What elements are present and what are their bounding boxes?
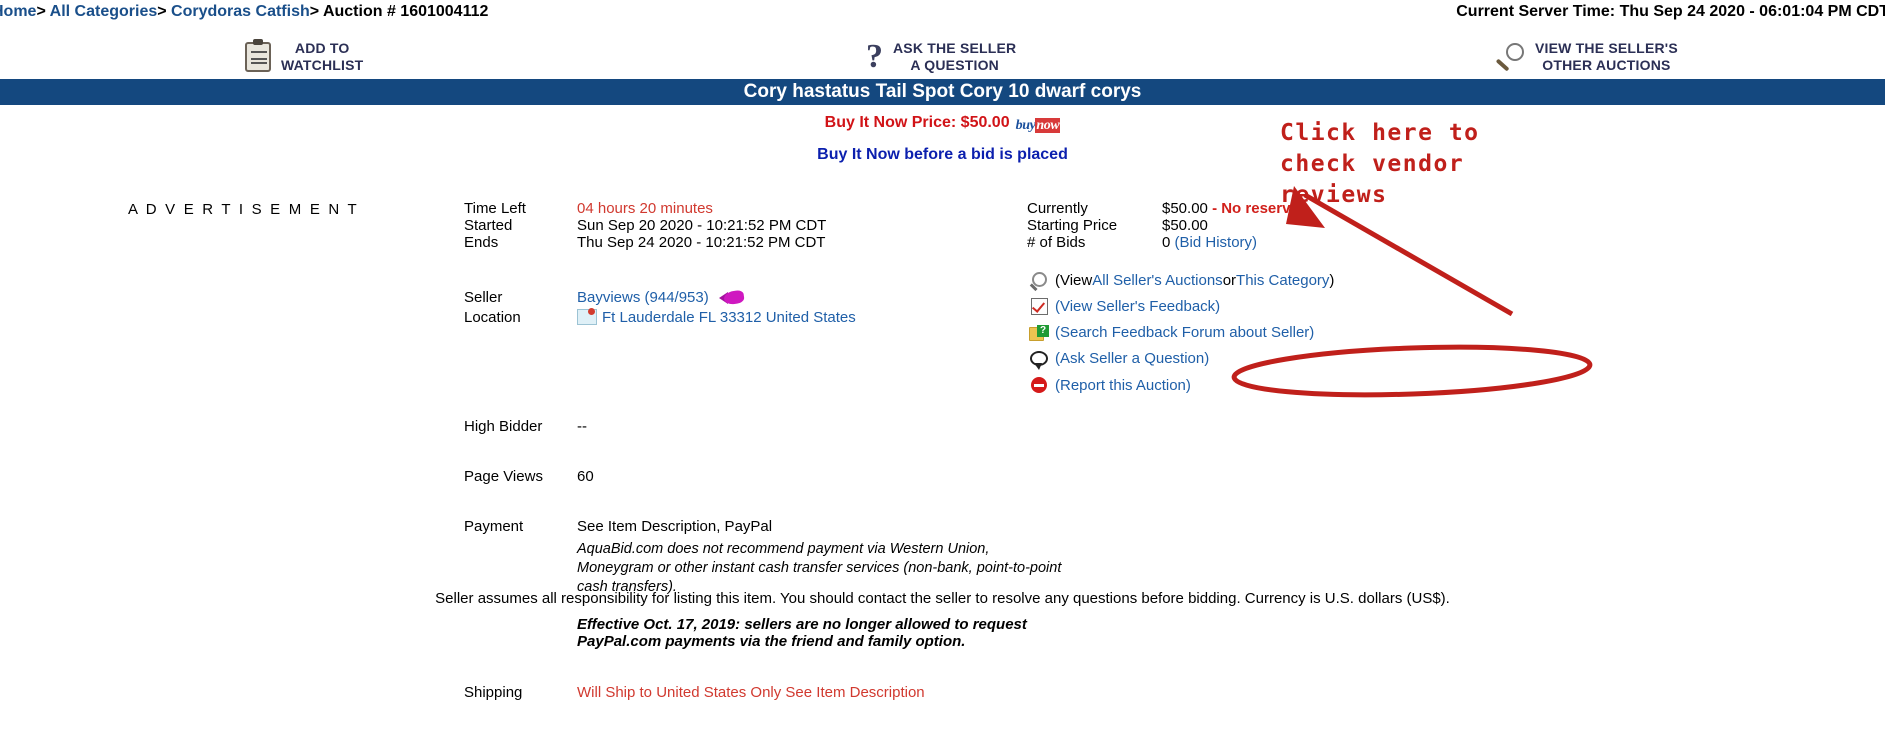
add-to-watchlist-button[interactable]: ADD TO WATCHLIST [245, 40, 363, 74]
question-mark-icon: ? [866, 38, 883, 75]
other-line1: VIEW THE SELLER'S [1535, 40, 1678, 56]
breadcrumb-item-home[interactable]: Home [0, 3, 36, 20]
bid-history-link[interactable]: (Bid History) [1175, 234, 1258, 251]
location-value-link[interactable]: Ft Lauderdale FL 33312 United States [602, 309, 856, 326]
seller-link-report-auction[interactable]: (Report this Auction) [1027, 374, 1727, 396]
auction-title: Cory hastatus Tail Spot Cory 10 dwarf co… [0, 79, 1885, 105]
detail-row-ends: Ends Thu Sep 24 2020 - 10:21:52 PM CDT [464, 234, 1064, 251]
magnifier-icon [1495, 42, 1525, 72]
shipping-value: Will Ship to United States Only See Item… [577, 684, 925, 701]
view-sellers-feedback-link[interactable]: (View Seller's Feedback) [1055, 298, 1220, 315]
payment-label: Payment [464, 518, 524, 535]
buynow-logo-now: now [1035, 118, 1061, 133]
time-left-value: 04 hours 20 minutes [577, 200, 713, 217]
time-left-label: Time Left [464, 200, 526, 217]
all-sellers-auctions-link[interactable]: All Seller's Auctions [1092, 272, 1222, 289]
starting-price-label: Starting Price [1027, 217, 1118, 234]
speech-balloon-icon [1027, 350, 1051, 370]
ask-seller-question-link[interactable]: (Ask Seller a Question) [1055, 350, 1209, 367]
server-time: Current Server Time: Thu Sep 24 2020 - 0… [1456, 3, 1885, 20]
detail-row-time-left: Time Left 04 hours 20 minutes [464, 200, 1064, 217]
fish-icon [718, 289, 747, 306]
report-this-auction-link[interactable]: (Report this Auction) [1055, 377, 1191, 394]
high-bidder-label: High Bidder [464, 418, 543, 435]
payment-warning-note: AquaBid.com does not recommend payment v… [577, 541, 1062, 595]
search-feedback-forum-link[interactable]: (Search Feedback Forum about Seller) [1055, 324, 1314, 341]
ends-label: Ends [464, 234, 499, 251]
started-label: Started [464, 217, 513, 234]
ask-the-seller-button[interactable]: ? ASK THE SELLER A QUESTION [866, 40, 1016, 74]
seller-link-search-forum[interactable]: ? (Search Feedback Forum about Seller) [1027, 321, 1727, 343]
seller-links-list: (View All Seller's Auctions or This Cate… [1027, 269, 1727, 396]
seller-link-view-feedback[interactable]: (View Seller's Feedback) [1027, 295, 1727, 317]
buynow-logo-icon: buynow [1016, 118, 1061, 134]
add-to-watchlist-label: ADD TO WATCHLIST [281, 40, 363, 74]
breadcrumb-bar: Home> All Categories> Corydoras Catfish>… [0, 3, 1885, 27]
footer-disclaimer: Seller assumes all responsibility for li… [435, 590, 1450, 607]
detail-row-shipping: Shipping Will Ship to United States Only… [464, 684, 1064, 701]
started-value: Sun Sep 20 2020 - 10:21:52 PM CDT [577, 217, 827, 234]
bidding-row-starting-price: Starting Price $50.00 [1027, 217, 1667, 234]
ask-line2: A QUESTION [910, 57, 999, 73]
currently-value: $50.00 [1162, 200, 1208, 217]
view-auctions-suffix: ) [1329, 271, 1335, 289]
breadcrumb-separator: > [309, 3, 320, 20]
buy-it-now-price: Buy It Now Price: $50.00 [824, 114, 1010, 131]
detail-row-high-bidder: High Bidder -- [464, 418, 1064, 435]
bidding-row-number-of-bids: # of Bids 0 (Bid History) [1027, 234, 1667, 251]
bids-label: # of Bids [1027, 234, 1086, 251]
advertisement-label: A D V E R T I S E M E N T [128, 201, 359, 218]
other-line2: OTHER AUCTIONS [1542, 57, 1671, 73]
action-toolbar: ADD TO WATCHLIST ? ASK THE SELLER A QUES… [0, 38, 1885, 80]
ends-value: Thu Sep 24 2020 - 10:21:52 PM CDT [577, 234, 826, 251]
buy-it-now-subtext: Buy It Now before a bid is placed [817, 146, 1068, 163]
breadcrumb-current-auction: Auction # 1601004112 [322, 3, 489, 20]
watchlist-line1: ADD TO [294, 40, 350, 56]
report-ban-icon [1027, 377, 1051, 393]
high-bidder-value: -- [577, 418, 587, 435]
shipping-label: Shipping [464, 684, 523, 701]
watchlist-line2: WATCHLIST [281, 57, 364, 73]
search-forum-icon: ? [1027, 324, 1051, 341]
detail-row-started: Started Sun Sep 20 2020 - 10:21:52 PM CD… [464, 217, 1064, 234]
view-auctions-mid: or [1222, 271, 1237, 289]
detail-row-page-views: Page Views 60 [464, 468, 1064, 485]
breadcrumb-separator: > [157, 3, 167, 20]
breadcrumb: Home> All Categories> Corydoras Catfish>… [0, 3, 488, 21]
currently-label: Currently [1027, 200, 1088, 217]
annotation-text: Click here to check vendor reviews [1280, 120, 1480, 208]
ask-the-seller-label: ASK THE SELLER A QUESTION [893, 40, 1016, 74]
breadcrumb-item-corydoras-catfish[interactable]: Corydoras Catfish [171, 3, 310, 20]
feedback-check-icon [1027, 297, 1051, 315]
breadcrumb-separator: > [36, 3, 46, 20]
page-views-value: 60 [577, 468, 594, 485]
payment-effective-note: Effective Oct. 17, 2019: sellers are no … [577, 616, 1027, 650]
view-other-auctions-label: VIEW THE SELLER'S OTHER AUCTIONS [1535, 40, 1678, 74]
map-pin-icon [577, 308, 597, 325]
breadcrumb-item-all-categories[interactable]: All Categories [50, 3, 158, 20]
detail-row-location: Location Ft Lauderdale FL 33312 United S… [464, 308, 1064, 326]
buy-it-now-price-row: Buy It Now Price: $50.00 buynow [0, 114, 1885, 134]
page-views-label: Page Views [464, 468, 543, 485]
location-label: Location [464, 309, 521, 326]
view-other-auctions-button[interactable]: VIEW THE SELLER'S OTHER AUCTIONS [1495, 40, 1678, 74]
view-auctions-prefix: (View [1055, 271, 1093, 289]
seller-name-link[interactable]: Bayviews (944/953) [577, 289, 709, 306]
payment-value: See Item Description, PayPal [577, 518, 773, 535]
this-category-link[interactable]: This Category [1236, 272, 1329, 289]
auction-details-table: Time Left 04 hours 20 minutes Started Su… [464, 200, 1064, 701]
detail-row-seller: Seller Bayviews (944/953) [464, 289, 1064, 306]
magnifier-icon [1027, 272, 1051, 291]
buynow-logo-buy: buy [1015, 118, 1036, 133]
bids-value: 0 [1162, 234, 1171, 251]
starting-price-value: $50.00 [1162, 217, 1208, 234]
detail-row-payment: Payment See Item Description, PayPal Aqu… [464, 518, 1064, 650]
ask-line1: ASK THE SELLER [893, 40, 1017, 56]
clipboard-icon [245, 42, 271, 72]
seller-link-view-auctions[interactable]: (View All Seller's Auctions or This Cate… [1027, 269, 1727, 291]
seller-label: Seller [464, 289, 503, 306]
seller-link-ask-question[interactable]: (Ask Seller a Question) [1027, 347, 1727, 370]
